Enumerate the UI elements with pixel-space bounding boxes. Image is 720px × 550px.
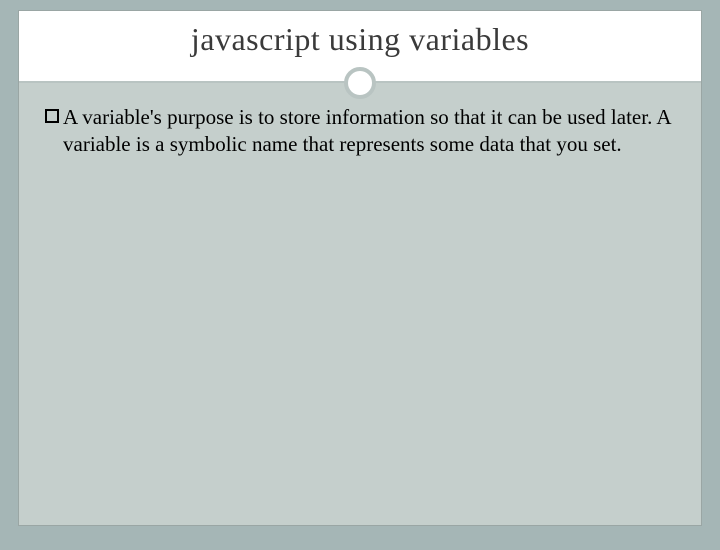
- list-item: A variable's purpose is to store informa…: [45, 104, 675, 158]
- bullet-text: A variable's purpose is to store informa…: [63, 104, 675, 158]
- divider-circle-icon: [344, 67, 376, 99]
- bullet-square-icon: [45, 109, 59, 123]
- slide: javascript using variables A variable's …: [18, 10, 702, 526]
- title-area: javascript using variables: [19, 11, 701, 82]
- slide-title: javascript using variables: [29, 21, 691, 58]
